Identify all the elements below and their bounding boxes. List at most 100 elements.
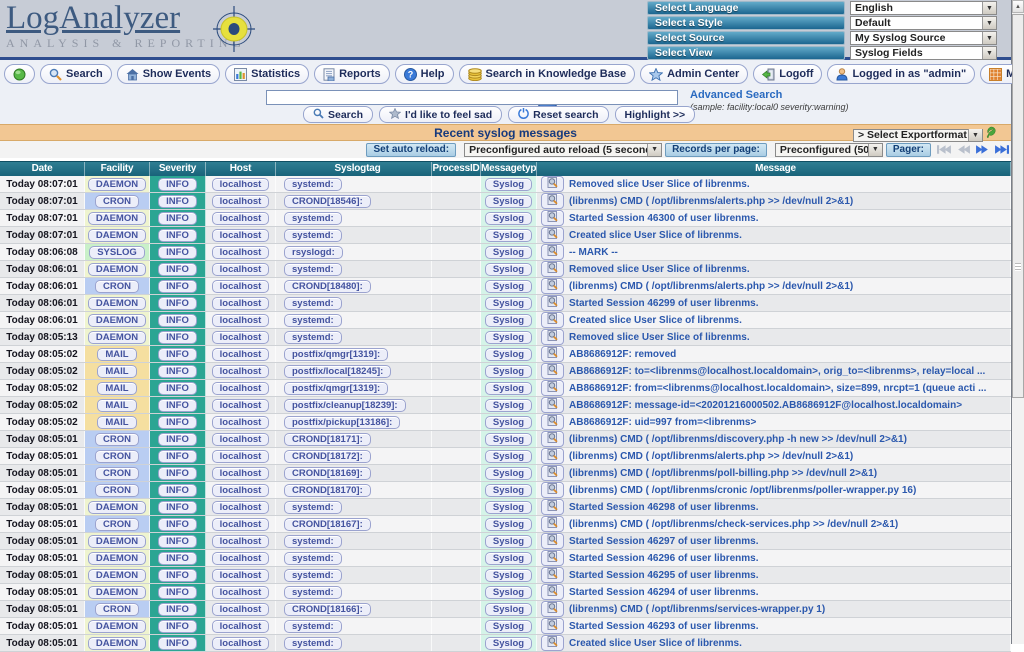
select-select-source[interactable]: My Syslog Source ▼	[850, 31, 997, 45]
host-button[interactable]: localhost	[211, 279, 270, 293]
severity-button[interactable]: INFO	[158, 636, 197, 650]
severity-button[interactable]: INFO	[158, 211, 197, 225]
messagetype-button[interactable]: Syslog	[484, 415, 533, 429]
select-select-language[interactable]: English ▼	[850, 1, 997, 15]
message-detail-button[interactable]	[541, 363, 564, 379]
message-detail-button[interactable]	[541, 397, 564, 413]
pager-last-icon[interactable]	[994, 144, 1009, 155]
host-button[interactable]: localhost	[211, 381, 270, 395]
severity-button[interactable]: INFO	[158, 245, 197, 259]
facility-button[interactable]: CRON	[95, 279, 139, 293]
scrollbar-thumb[interactable]	[1012, 14, 1024, 398]
facility-button[interactable]: MAIL	[97, 364, 137, 378]
select-label-select-source[interactable]: Select Source	[647, 31, 845, 45]
host-button[interactable]: localhost	[211, 500, 270, 514]
records-per-page-button[interactable]: Records per page:	[665, 142, 767, 157]
pager-first-icon[interactable]	[937, 144, 952, 155]
message-detail-button[interactable]	[541, 516, 564, 532]
syslogtag-button[interactable]: rsyslogd:	[284, 245, 343, 259]
syslogtag-button[interactable]: CROND[18172]:	[284, 449, 371, 463]
vertical-scrollbar[interactable]: ▲	[1012, 0, 1024, 644]
admin-center-button[interactable]: Admin Center	[640, 64, 749, 84]
severity-button[interactable]: INFO	[158, 602, 197, 616]
column-header-syslogtag[interactable]: Syslogtag	[276, 162, 432, 176]
syslogtag-button[interactable]: systemd:	[284, 228, 342, 242]
logoff-button[interactable]: Logoff	[753, 64, 823, 84]
message-detail-button[interactable]	[541, 295, 564, 311]
host-button[interactable]: localhost	[211, 534, 270, 548]
pager-prev-icon[interactable]	[956, 144, 971, 155]
message-detail-button[interactable]	[541, 227, 564, 243]
host-button[interactable]: localhost	[211, 517, 270, 531]
message-detail-button[interactable]	[541, 380, 564, 396]
severity-button[interactable]: INFO	[158, 500, 197, 514]
host-button[interactable]: localhost	[211, 466, 270, 480]
syslogtag-button[interactable]: systemd:	[284, 619, 342, 633]
message-detail-button[interactable]	[541, 618, 564, 634]
message-detail-button[interactable]	[541, 244, 564, 260]
host-button[interactable]: localhost	[211, 330, 270, 344]
facility-button[interactable]: CRON	[95, 517, 139, 531]
select-label-select-a-style[interactable]: Select a Style	[647, 16, 845, 30]
syslogtag-button[interactable]: CROND[18167]:	[284, 517, 371, 531]
facility-button[interactable]: DAEMON	[87, 211, 147, 225]
syslogtag-button[interactable]: CROND[18169]:	[284, 466, 371, 480]
search-button[interactable]: Search	[40, 64, 112, 84]
facility-button[interactable]: DAEMON	[87, 568, 147, 582]
syslogtag-button[interactable]: CROND[18166]:	[284, 602, 371, 616]
messagetype-button[interactable]: Syslog	[484, 381, 533, 395]
severity-button[interactable]: INFO	[158, 381, 197, 395]
messagetype-button[interactable]: Syslog	[484, 330, 533, 344]
message-detail-button[interactable]	[541, 312, 564, 328]
message-detail-button[interactable]	[541, 635, 564, 651]
facility-button[interactable]: DAEMON	[87, 313, 147, 327]
facility-button[interactable]: DAEMON	[87, 585, 147, 599]
severity-button[interactable]: INFO	[158, 619, 197, 633]
host-button[interactable]: localhost	[211, 551, 270, 565]
messagetype-button[interactable]: Syslog	[484, 449, 533, 463]
messagetype-button[interactable]: Syslog	[484, 568, 533, 582]
severity-button[interactable]: INFO	[158, 347, 197, 361]
message-detail-button[interactable]	[541, 465, 564, 481]
messagetype-button[interactable]: Syslog	[484, 517, 533, 531]
facility-button[interactable]: CRON	[95, 602, 139, 616]
scrollbar-up-arrow[interactable]: ▲	[1012, 0, 1024, 13]
select-select-a-style[interactable]: Default ▼	[850, 16, 997, 30]
messagetype-button[interactable]: Syslog	[484, 313, 533, 327]
facility-button[interactable]: DAEMON	[87, 177, 147, 191]
messagetype-button[interactable]: Syslog	[484, 177, 533, 191]
messagetype-button[interactable]: Syslog	[484, 551, 533, 565]
facility-button[interactable]: CRON	[95, 432, 139, 446]
host-button[interactable]: localhost	[211, 347, 270, 361]
messagetype-button[interactable]: Syslog	[484, 534, 533, 548]
syslogtag-button[interactable]: systemd:	[284, 500, 342, 514]
severity-button[interactable]: INFO	[158, 177, 197, 191]
message-detail-button[interactable]	[541, 533, 564, 549]
set-auto-reload-button[interactable]: Set auto reload:	[366, 142, 457, 157]
messagetype-button[interactable]: Syslog	[484, 585, 533, 599]
syslogtag-button[interactable]: systemd:	[284, 296, 342, 310]
syslogtag-button[interactable]: systemd:	[284, 551, 342, 565]
syslogtag-button[interactable]: systemd:	[284, 330, 342, 344]
syslogtag-button[interactable]: systemd:	[284, 177, 342, 191]
facility-button[interactable]: DAEMON	[87, 534, 147, 548]
select-select-view[interactable]: Syslog Fields ▼	[850, 46, 997, 60]
syslogtag-button[interactable]: postfix/cleanup[18239]:	[284, 398, 406, 412]
message-detail-button[interactable]	[541, 499, 564, 515]
show-events-button[interactable]: Show Events	[116, 64, 221, 84]
messagetype-button[interactable]: Syslog	[484, 602, 533, 616]
severity-button[interactable]: INFO	[158, 585, 197, 599]
help-button[interactable]: ? Help	[394, 64, 454, 84]
severity-button[interactable]: INFO	[158, 415, 197, 429]
host-button[interactable]: localhost	[211, 364, 270, 378]
select-label-select-language[interactable]: Select Language	[647, 1, 845, 15]
syslogtag-button[interactable]: systemd:	[284, 313, 342, 327]
host-button[interactable]: localhost	[211, 619, 270, 633]
facility-button[interactable]: DAEMON	[87, 500, 147, 514]
severity-button[interactable]: INFO	[158, 398, 197, 412]
search-button[interactable]: Search	[303, 106, 374, 123]
column-header-severity[interactable]: Severity	[150, 162, 206, 176]
syslogtag-button[interactable]: CROND[18546]:	[284, 194, 371, 208]
message-detail-button[interactable]	[541, 482, 564, 498]
messagetype-button[interactable]: Syslog	[484, 364, 533, 378]
